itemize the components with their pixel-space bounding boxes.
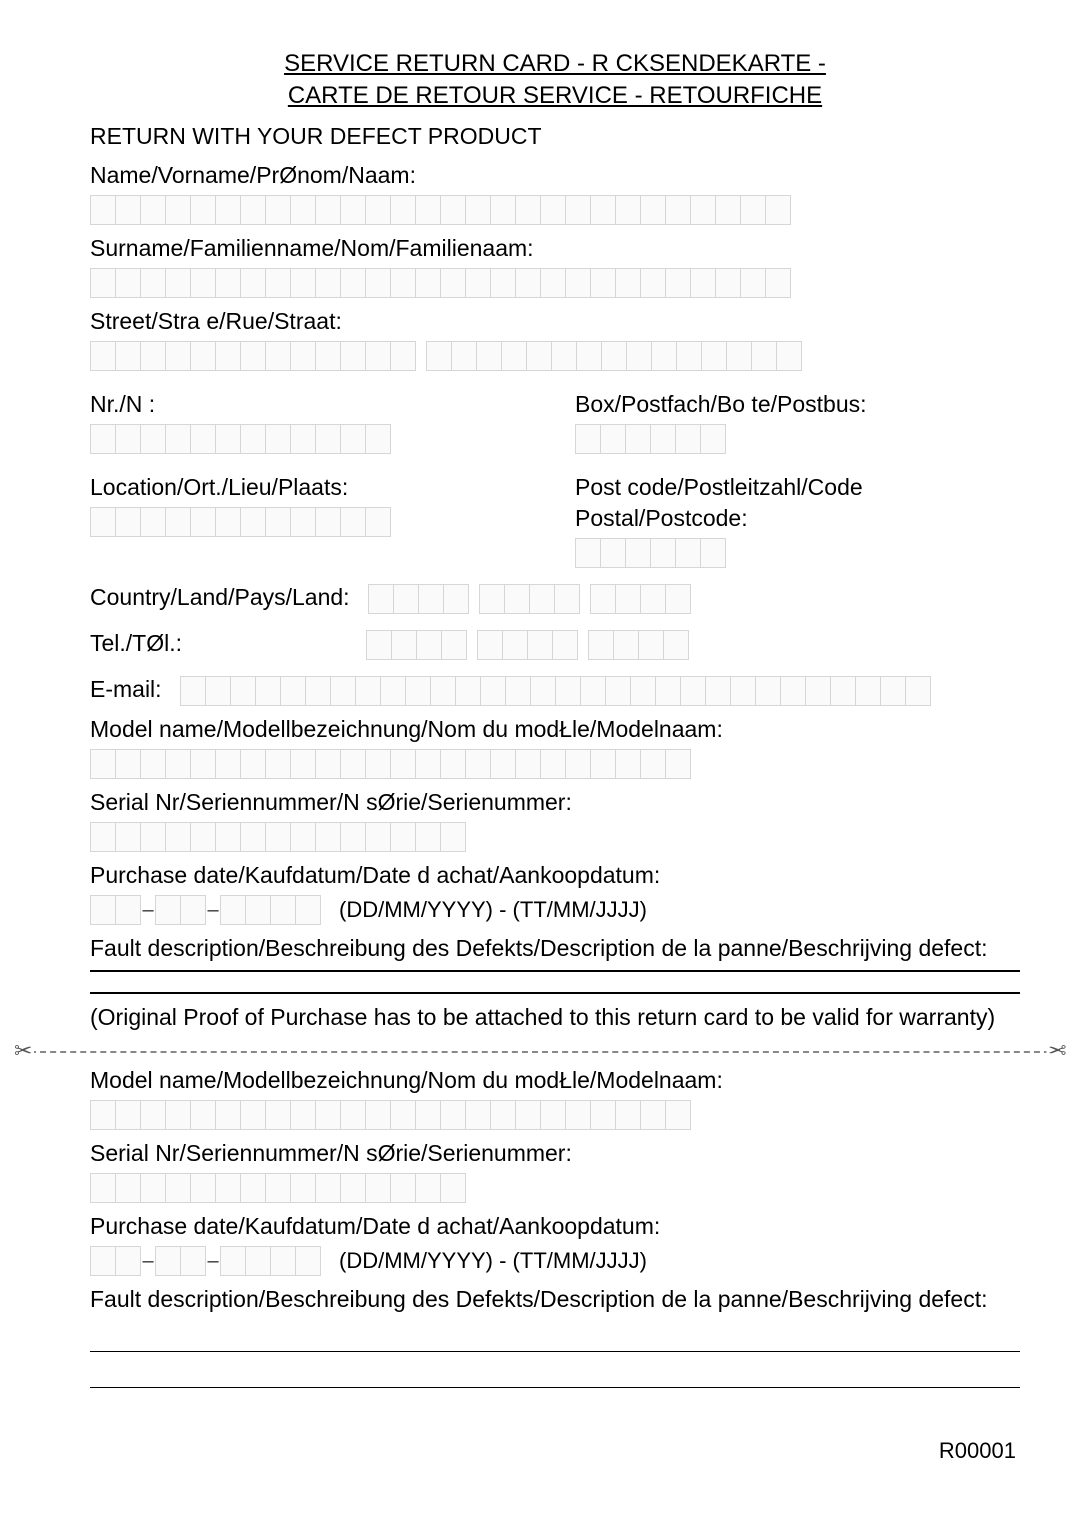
- fault-line-1[interactable]: [90, 1326, 1020, 1352]
- model-input-2[interactable]: [90, 1100, 1020, 1130]
- location-input[interactable]: [90, 507, 535, 537]
- nr-input[interactable]: [90, 424, 535, 454]
- model-label: Model name/Modellbezeichnung/Nom du modŁ…: [90, 714, 1020, 745]
- fault-label: Fault description/Beschreibung des Defek…: [90, 933, 1020, 964]
- serial-input[interactable]: [90, 822, 1020, 852]
- country-input[interactable]: [368, 584, 691, 614]
- purchase-label: Purchase date/Kaufdatum/Date d achat/Aan…: [90, 860, 1020, 891]
- purchase-date-input-2[interactable]: – – (DD/MM/YYYY) - (TT/MM/JJJJ): [90, 1246, 1020, 1276]
- tel-input[interactable]: [366, 630, 689, 660]
- fault-line-2[interactable]: [90, 1362, 1020, 1388]
- street-label: Street/Stra e/Rue/Straat:: [90, 306, 1020, 337]
- country-label: Country/Land/Pays/Land:: [90, 584, 350, 611]
- cut-line: ✂ ✂: [90, 1039, 1020, 1063]
- serial-label-2: Serial Nr/Seriennummer/N sØrie/Serienumm…: [90, 1138, 1020, 1169]
- name-label: Name/Vorname/PrØnom/Naam:: [90, 160, 1020, 191]
- box-label: Box/Postfach/Bo te/Postbus:: [575, 389, 1020, 420]
- serial-input-2[interactable]: [90, 1173, 1020, 1203]
- nr-label: Nr./N :: [90, 389, 535, 420]
- fault-label-2: Fault description/Beschreibung des Defek…: [90, 1284, 1020, 1315]
- email-label: E-mail:: [90, 676, 162, 703]
- postcode-input[interactable]: [575, 538, 1020, 568]
- serial-label: Serial Nr/Seriennummer/N sØrie/Serienumm…: [90, 787, 1020, 818]
- location-label: Location/Ort./Lieu/Plaats:: [90, 472, 535, 503]
- postcode-label: Post code/Postleitzahl/Code Postal/Postc…: [575, 472, 1020, 534]
- purchase-date-input[interactable]: – – (DD/MM/YYYY) - (TT/MM/JJJJ): [90, 895, 1020, 925]
- box-input[interactable]: [575, 424, 1020, 454]
- surname-label: Surname/Familienname/Nom/Familienaam:: [90, 233, 1020, 264]
- title-line1: SERVICE RETURN CARD - R CKSENDEKARTE -: [284, 48, 826, 80]
- date-hint-2: (DD/MM/YYYY) - (TT/MM/JJJJ): [339, 1248, 647, 1274]
- proof-note: (Original Proof of Purchase has to be at…: [90, 1002, 1020, 1033]
- street-input[interactable]: [90, 341, 1020, 371]
- return-instruction: RETURN WITH YOUR DEFECT PRODUCT: [90, 121, 1020, 152]
- name-input[interactable]: [90, 195, 1020, 225]
- title-line2: CARTE DE RETOUR SERVICE - RETOURFICHE: [288, 80, 822, 112]
- purchase-label-2: Purchase date/Kaufdatum/Date d achat/Aan…: [90, 1211, 1020, 1242]
- surname-input[interactable]: [90, 268, 1020, 298]
- scissors-icon: ✂: [12, 1038, 34, 1064]
- scissors-icon: ✂: [1046, 1038, 1068, 1064]
- tel-label: Tel./TØl.:: [90, 630, 348, 657]
- date-hint: (DD/MM/YYYY) - (TT/MM/JJJJ): [339, 897, 647, 923]
- model-input[interactable]: [90, 749, 1020, 779]
- footer-code: R00001: [90, 1438, 1020, 1464]
- model-label-2: Model name/Modellbezeichnung/Nom du modŁ…: [90, 1065, 1020, 1096]
- email-input[interactable]: [180, 676, 931, 706]
